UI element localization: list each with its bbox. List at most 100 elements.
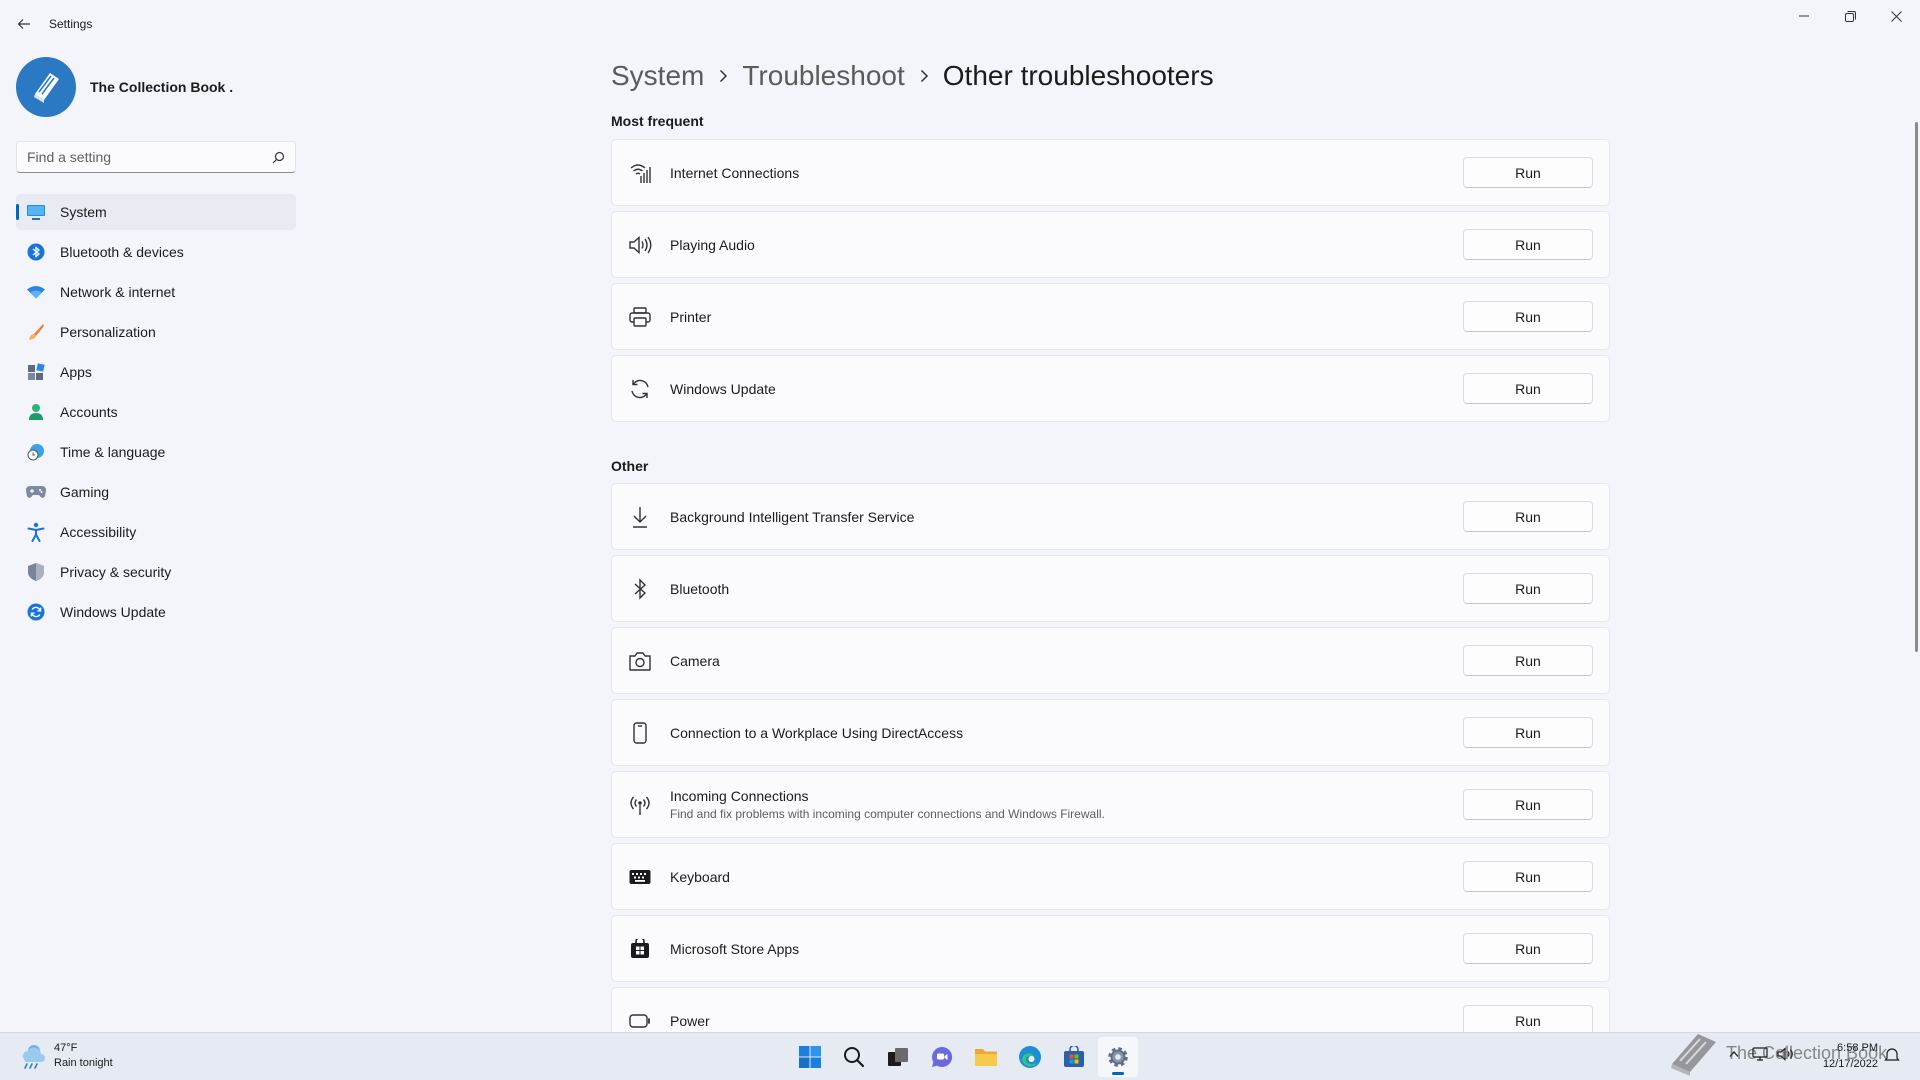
- sidebar-item-apps[interactable]: Apps: [16, 354, 296, 390]
- system-icon: [26, 202, 46, 222]
- back-arrow-icon: [17, 19, 30, 29]
- troubleshooter-description: Find and fix problems with incoming comp…: [670, 807, 1105, 821]
- troubleshooter-windows-update: Windows Update Run: [611, 355, 1610, 422]
- troubleshooter-bluetooth: Bluetooth Run: [611, 555, 1610, 622]
- run-button-bluetooth[interactable]: Run: [1463, 573, 1593, 604]
- edge-button[interactable]: [1010, 1037, 1050, 1077]
- run-button-internet-connections[interactable]: Run: [1463, 157, 1593, 188]
- breadcrumb: System Troubleshoot Other troubleshooter…: [611, 52, 1214, 100]
- sidebar-item-bluetooth[interactable]: Bluetooth & devices: [16, 234, 296, 270]
- other-list: Background Intelligent Transfer Service …: [611, 483, 1610, 1059]
- settings-gear-icon: [1108, 1047, 1128, 1067]
- sidebar-item-network[interactable]: Network & internet: [16, 274, 296, 310]
- weather-temperature: 47°F: [54, 1042, 78, 1054]
- breadcrumb-troubleshoot[interactable]: Troubleshoot: [742, 60, 904, 92]
- store-icon: [628, 937, 652, 961]
- restore-icon: [1844, 10, 1856, 22]
- troubleshooter-playing-audio: Playing Audio Run: [611, 211, 1610, 278]
- sidebar-item-system[interactable]: System: [16, 194, 296, 230]
- run-button-windows-update[interactable]: Run: [1463, 373, 1593, 404]
- battery-icon: [628, 1009, 652, 1033]
- bluetooth-icon: [26, 242, 46, 262]
- run-button-playing-audio[interactable]: Run: [1463, 229, 1593, 260]
- accessibility-icon: [26, 522, 46, 542]
- run-button-store-apps[interactable]: Run: [1463, 933, 1593, 964]
- troubleshooter-title: Windows Update: [670, 380, 776, 397]
- update-icon: [26, 602, 46, 622]
- phone-icon: [628, 721, 652, 745]
- troubleshooter-internet-connections: Internet Connections Run: [611, 139, 1610, 206]
- chat-icon: [932, 1046, 953, 1067]
- close-button[interactable]: [1874, 6, 1918, 26]
- weather-widget[interactable]: 47°F Rain tonight: [18, 1041, 113, 1071]
- apps-icon: [26, 362, 46, 382]
- search-box[interactable]: [16, 141, 296, 173]
- store-icon: [1064, 1046, 1084, 1067]
- task-view-button[interactable]: [878, 1037, 918, 1077]
- sidebar-item-accessibility[interactable]: Accessibility: [16, 514, 296, 550]
- shield-icon: [26, 562, 46, 582]
- windows-start-icon: [799, 1046, 821, 1068]
- run-button-incoming-connections[interactable]: Run: [1463, 789, 1593, 820]
- file-explorer-button[interactable]: [966, 1037, 1006, 1077]
- scrollbar[interactable]: [1915, 122, 1918, 652]
- run-button-camera[interactable]: Run: [1463, 645, 1593, 676]
- sidebar-item-time-language[interactable]: Time & language: [16, 434, 296, 470]
- back-button[interactable]: [12, 10, 36, 38]
- search-input[interactable]: [27, 142, 257, 172]
- search-icon: [844, 1047, 865, 1068]
- wifi-signal-icon: [628, 161, 652, 185]
- troubleshooter-title: Incoming Connections: [670, 788, 809, 804]
- chevron-right-icon: [718, 69, 728, 83]
- task-view-icon: [888, 1048, 908, 1066]
- troubleshooter-incoming-connections: Incoming Connections Find and fix proble…: [611, 771, 1610, 838]
- troubleshooter-title: Power: [670, 1012, 710, 1029]
- camera-icon: [628, 649, 652, 673]
- most-frequent-list: Internet Connections Run Playing Audio R…: [611, 139, 1610, 427]
- search-icon: [272, 151, 285, 164]
- watermark: The Collection Book: [1668, 1030, 1887, 1076]
- printer-icon: [628, 305, 652, 329]
- troubleshooter-directaccess: Connection to a Workplace Using DirectAc…: [611, 699, 1610, 766]
- run-button-bits[interactable]: Run: [1463, 501, 1593, 532]
- run-button-keyboard[interactable]: Run: [1463, 861, 1593, 892]
- keyboard-icon: [628, 865, 652, 889]
- speaker-icon: [628, 233, 652, 257]
- user-profile[interactable]: The Collection Book .: [16, 57, 233, 117]
- chat-button[interactable]: [922, 1037, 962, 1077]
- breadcrumb-system[interactable]: System: [611, 60, 704, 92]
- sidebar-item-windows-update[interactable]: Windows Update: [16, 594, 296, 630]
- sidebar-item-personalization[interactable]: Personalization: [16, 314, 296, 350]
- section-title-other: Other: [611, 458, 649, 474]
- gamepad-icon: [26, 482, 46, 502]
- troubleshooter-store-apps: Microsoft Store Apps Run: [611, 915, 1610, 982]
- close-icon: [1890, 10, 1902, 22]
- troubleshooter-printer: Printer Run: [611, 283, 1610, 350]
- sidebar-item-gaming[interactable]: Gaming: [16, 474, 296, 510]
- troubleshooter-title: Microsoft Store Apps: [670, 940, 800, 957]
- sidebar-item-privacy[interactable]: Privacy & security: [16, 554, 296, 590]
- sidebar-item-accounts[interactable]: Accounts: [16, 394, 296, 430]
- store-button[interactable]: [1054, 1037, 1094, 1077]
- restore-button[interactable]: [1828, 6, 1872, 26]
- troubleshooter-title: Camera: [670, 652, 720, 669]
- profile-name: The Collection Book .: [90, 79, 234, 95]
- run-button-directaccess[interactable]: Run: [1463, 717, 1593, 748]
- minimize-button[interactable]: [1782, 6, 1826, 26]
- troubleshooter-title: Keyboard: [670, 868, 730, 885]
- troubleshooter-bits: Background Intelligent Transfer Service …: [611, 483, 1610, 550]
- brush-icon: [26, 322, 46, 342]
- antenna-icon: [628, 793, 652, 817]
- weather-condition: Rain tonight: [54, 1057, 113, 1069]
- chevron-right-icon: [919, 69, 929, 83]
- taskbar-search-button[interactable]: [834, 1037, 874, 1077]
- title-bar: Settings: [0, 0, 1920, 48]
- troubleshooter-title: Connection to a Workplace Using DirectAc…: [670, 724, 964, 741]
- run-button-printer[interactable]: Run: [1463, 301, 1593, 332]
- troubleshooter-title: Playing Audio: [670, 236, 755, 253]
- settings-button[interactable]: [1098, 1037, 1138, 1077]
- file-explorer-icon: [975, 1049, 997, 1066]
- avatar: [16, 57, 76, 117]
- start-button[interactable]: [790, 1037, 830, 1077]
- page-title: Other troubleshooters: [942, 60, 1214, 91]
